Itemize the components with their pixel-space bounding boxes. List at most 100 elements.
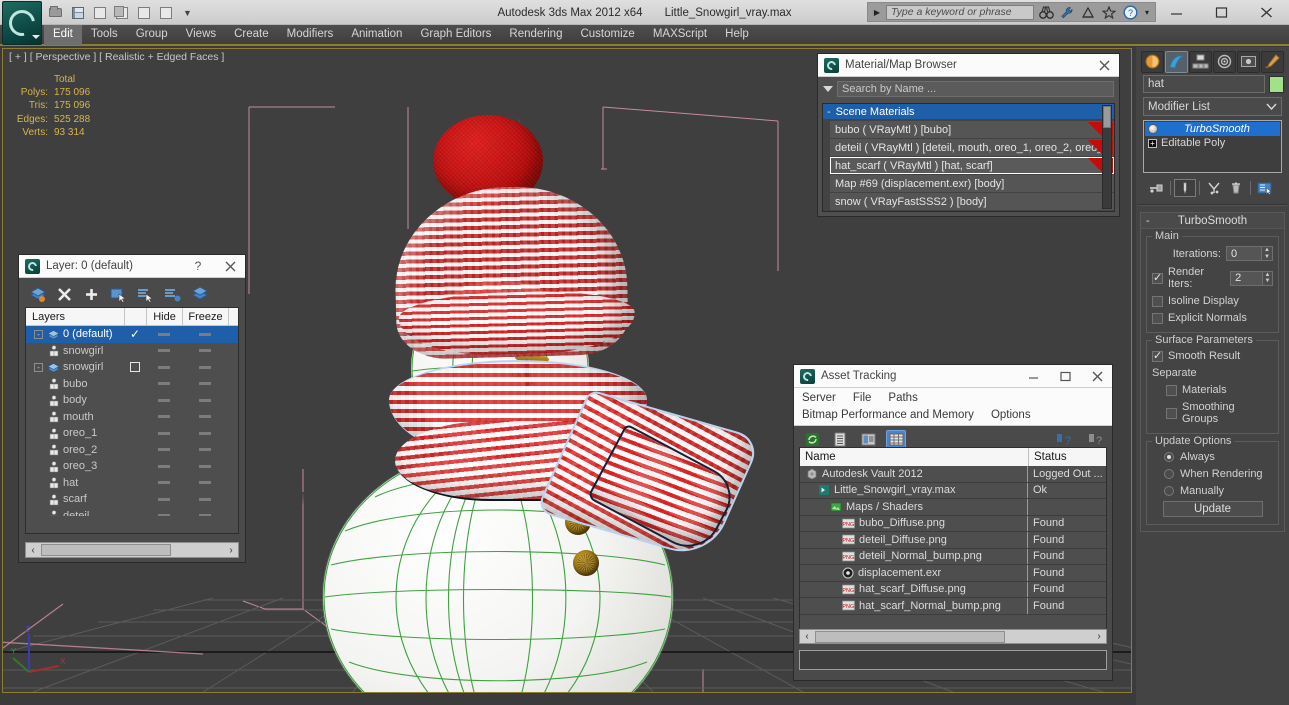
modify-tab[interactable]	[1165, 50, 1188, 73]
material-browser-close-button[interactable]	[1091, 55, 1117, 76]
layer-row[interactable]: bubo	[26, 376, 238, 393]
asset-tracking-maximize-button[interactable]	[1052, 366, 1078, 387]
asset-menu-paths[interactable]: Paths	[886, 390, 919, 407]
modifier-stack-item[interactable]: + Editable Poly	[1145, 136, 1280, 150]
menu-item-modifiers[interactable]: Modifiers	[278, 25, 343, 45]
layer-freeze-cell[interactable]	[182, 349, 228, 353]
hide-unhide-layer-icon[interactable]	[191, 285, 209, 303]
asset-row[interactable]: Little_Snowgirl_vray.max Ok	[800, 482, 1106, 499]
separate-materials-row[interactable]: Materials	[1152, 384, 1273, 396]
layer-row[interactable]: body	[26, 392, 238, 409]
asset-menu-bitmap-performance-and-memory[interactable]: Bitmap Performance and Memory	[800, 407, 976, 424]
menu-item-views[interactable]: Views	[177, 25, 225, 45]
list-view-icon[interactable]	[831, 431, 849, 448]
update-always-row[interactable]: Always	[1152, 451, 1273, 463]
expand-modifier-icon[interactable]: +	[1148, 138, 1157, 148]
layer-expander-icon[interactable]: -	[34, 329, 43, 339]
select-highlighted-objects-icon[interactable]	[137, 286, 154, 303]
utilities-tab[interactable]	[1261, 50, 1284, 73]
layer-row[interactable]: scarf	[26, 491, 238, 508]
modifier-list-dropdown[interactable]: Modifier List	[1143, 97, 1282, 116]
layer-active-cell[interactable]	[124, 362, 146, 373]
layer-expander-icon[interactable]: -	[34, 362, 43, 372]
menu-item-tools[interactable]: Tools	[82, 25, 127, 45]
configure-modifier-sets-icon[interactable]	[1254, 179, 1276, 197]
app-logo-button[interactable]	[2, 1, 42, 45]
asset-menu-file[interactable]: File	[851, 390, 874, 407]
layer-row[interactable]: - 0 (default) ✓	[26, 326, 238, 343]
scroll-left-icon[interactable]: ‹	[26, 545, 40, 556]
modifier-enable-bulb-icon[interactable]	[1148, 124, 1158, 134]
layer-row[interactable]: snowgirl	[26, 343, 238, 360]
layer-hide-cell[interactable]	[146, 481, 182, 485]
asset-tracking-close-button[interactable]	[1084, 366, 1110, 387]
open-file-icon[interactable]	[46, 4, 65, 22]
layer-window-close-button[interactable]	[217, 256, 243, 277]
menu-item-maxscript[interactable]: MAXScript	[644, 25, 716, 45]
layer-window-help-button[interactable]: ?	[185, 256, 211, 277]
layer-hide-cell[interactable]	[146, 332, 182, 336]
close-button[interactable]	[1244, 0, 1289, 25]
search-input[interactable]: Type a keyword or phrase	[885, 4, 1034, 20]
new-scene-icon[interactable]	[90, 4, 109, 22]
scene-materials-group-header[interactable]: - Scene Materials	[823, 104, 1114, 119]
asset-menu-server[interactable]: Server	[800, 390, 838, 407]
asset-row[interactable]: PNG deteil_Normal_bump.png Found	[800, 548, 1106, 565]
refresh-icon[interactable]	[803, 431, 821, 448]
layer-hide-cell[interactable]	[146, 365, 182, 369]
material-search-input[interactable]: Search by Name ...	[837, 80, 1114, 97]
explicit-normals-row[interactable]: Explicit Normals	[1152, 312, 1273, 324]
thumbnail-view-icon[interactable]	[859, 431, 877, 448]
explicit-normals-checkbox[interactable]	[1152, 312, 1163, 324]
maximize-button[interactable]	[1199, 0, 1244, 25]
remove-modifier-icon[interactable]	[1225, 179, 1247, 197]
layer-freeze-cell[interactable]	[182, 514, 228, 516]
material-list-item[interactable]: bubo ( VRayMtl ) [bubo]	[830, 121, 1114, 138]
update-manually-row[interactable]: Manually	[1152, 485, 1273, 497]
blank-doc-1-icon[interactable]	[134, 4, 153, 22]
modifier-stack-item[interactable]: TurboSmooth	[1145, 122, 1280, 136]
layer-freeze-cell[interactable]	[182, 332, 228, 336]
smooth-result-checkbox[interactable]	[1152, 349, 1163, 362]
wrench-icon[interactable]	[1059, 4, 1076, 21]
asset-row[interactable]: PNG hat_scarf_Diffuse.png Found	[800, 581, 1106, 598]
scroll-right-icon[interactable]: ›	[224, 545, 238, 556]
menu-item-group[interactable]: Group	[127, 25, 177, 45]
delete-layer-icon[interactable]	[56, 286, 73, 303]
modifier-stack[interactable]: TurboSmooth + Editable Poly	[1143, 120, 1282, 173]
layer-hide-cell[interactable]	[146, 415, 182, 419]
layer-hide-cell[interactable]	[146, 514, 182, 516]
minimize-button[interactable]	[1154, 0, 1199, 25]
layer-hide-cell[interactable]	[146, 497, 182, 501]
layer-row[interactable]: oreo_1	[26, 425, 238, 442]
save-file-icon[interactable]	[68, 4, 87, 22]
layer-row[interactable]: mouth	[26, 409, 238, 426]
group-collapse-icon[interactable]: -	[827, 106, 831, 118]
satellite-icon[interactable]	[1080, 4, 1097, 21]
layer-freeze-cell[interactable]	[182, 481, 228, 485]
quick-access-dropdown-icon[interactable]: ▼	[178, 4, 197, 22]
layer-scroll-thumb[interactable]	[41, 544, 171, 556]
object-color-swatch[interactable]	[1269, 75, 1284, 93]
separate-materials-checkbox[interactable]	[1166, 384, 1177, 396]
reference-scene-icon[interactable]	[112, 4, 131, 22]
asset-tracking-minimize-button[interactable]	[1020, 366, 1046, 387]
menu-item-create[interactable]: Create	[225, 25, 278, 45]
help-icon[interactable]: ?	[1086, 431, 1104, 448]
isoline-display-row[interactable]: Isoline Display	[1152, 295, 1273, 307]
scroll-right-icon[interactable]: ›	[1092, 631, 1106, 642]
menu-item-graph-editors[interactable]: Graph Editors	[411, 25, 500, 45]
update-manually-radio[interactable]	[1164, 486, 1174, 496]
blank-doc-2-icon[interactable]	[156, 4, 175, 22]
help-icon[interactable]: ?	[1122, 4, 1139, 21]
iterations-spinner[interactable]: ▲ ▼	[1262, 246, 1273, 261]
layer-freeze-cell[interactable]	[182, 415, 228, 419]
make-unique-icon[interactable]	[1203, 179, 1225, 197]
update-button[interactable]: Update	[1162, 501, 1263, 517]
layer-row[interactable]: oreo_2	[26, 442, 238, 459]
layer-row[interactable]: - snowgirl	[26, 359, 238, 376]
layer-horizontal-scrollbar[interactable]: ‹ ›	[25, 542, 239, 558]
material-list-item[interactable]: snow ( VRayFastSSS2 ) [body]	[830, 193, 1114, 210]
layer-freeze-cell[interactable]	[182, 431, 228, 435]
separate-smoothing-groups-row[interactable]: Smoothing Groups	[1152, 401, 1273, 425]
